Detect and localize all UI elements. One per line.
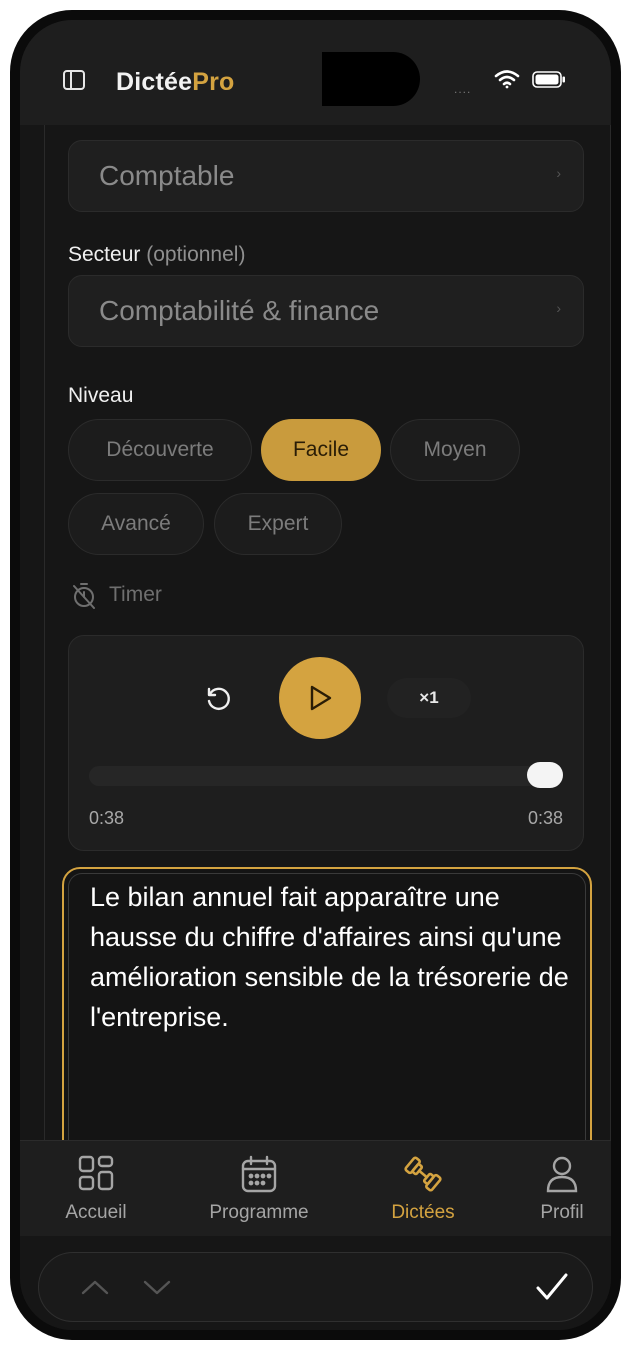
app-title-accent: Pro bbox=[192, 68, 235, 96]
total-duration: 0:38 bbox=[527, 808, 563, 828]
user-icon bbox=[546, 1156, 578, 1193]
screen: DictéePro .... Comptable › Secteur (opti… bbox=[20, 20, 611, 1330]
tab-accueil[interactable]: Accueil bbox=[26, 1141, 166, 1237]
audio-player: ×1 0:38 0:38 bbox=[68, 635, 584, 851]
dictation-text-area[interactable]: Le bilan annuel fait apparaître une haus… bbox=[62, 867, 592, 1145]
keyboard-toolbar bbox=[38, 1252, 593, 1322]
level-chip-decouverte[interactable]: Découverte bbox=[68, 419, 252, 481]
chevron-down-icon[interactable] bbox=[141, 1275, 173, 1299]
tab-profil[interactable]: Profil bbox=[492, 1141, 611, 1237]
speed-button[interactable]: ×1 bbox=[387, 678, 471, 718]
signal-indicator: .... bbox=[454, 82, 472, 96]
sidebar-toggle-icon[interactable] bbox=[62, 68, 86, 92]
app-title-main: Dictée bbox=[116, 68, 193, 96]
tab-dictees[interactable]: Dictées bbox=[353, 1141, 493, 1237]
progress-thumb[interactable] bbox=[527, 762, 563, 788]
app-header: DictéePro .... bbox=[20, 20, 611, 125]
dumbbell-icon bbox=[404, 1156, 442, 1192]
tab-programme-label: Programme bbox=[209, 1202, 309, 1223]
chevron-right-icon: › bbox=[556, 165, 561, 181]
battery-icon bbox=[532, 71, 565, 88]
replay-icon[interactable] bbox=[203, 684, 235, 716]
keyboard-accessory-bar bbox=[20, 1236, 611, 1330]
chevron-right-icon: › bbox=[556, 300, 561, 316]
elapsed-time: 0:38 bbox=[89, 808, 125, 828]
timer-label: Timer bbox=[109, 583, 162, 606]
job-select[interactable]: Comptable › bbox=[68, 140, 584, 212]
level-label: Niveau bbox=[68, 384, 134, 407]
level-chip-expert[interactable]: Expert bbox=[214, 493, 342, 555]
sector-optional-text: (optionnel) bbox=[146, 243, 246, 266]
tab-dictees-label: Dictées bbox=[391, 1202, 455, 1223]
tab-profil-label: Profil bbox=[540, 1202, 584, 1223]
phone-frame: DictéePro .... Comptable › Secteur (opti… bbox=[10, 10, 621, 1340]
calendar-icon bbox=[241, 1155, 277, 1193]
level-chip-avance[interactable]: Avancé bbox=[68, 493, 204, 555]
wifi-icon bbox=[494, 70, 520, 89]
sector-select[interactable]: Comptabilité & finance › bbox=[68, 275, 584, 347]
timer-off-icon bbox=[73, 583, 95, 609]
checkmark-icon[interactable] bbox=[535, 1271, 569, 1303]
progress-track[interactable] bbox=[89, 762, 563, 788]
app-title: DictéePro bbox=[116, 68, 235, 97]
play-button[interactable] bbox=[279, 657, 361, 739]
chevron-up-icon[interactable] bbox=[79, 1275, 111, 1299]
dictation-text[interactable]: Le bilan annuel fait apparaître une haus… bbox=[90, 877, 570, 1037]
sector-select-value: Comptabilité & finance bbox=[99, 295, 380, 326]
sector-label-text: Secteur bbox=[68, 243, 141, 266]
tab-bar: Accueil Programme Dictées Profil bbox=[20, 1140, 611, 1237]
camera-island bbox=[322, 52, 420, 106]
level-chip-moyen[interactable]: Moyen bbox=[390, 419, 520, 481]
tab-programme[interactable]: Programme bbox=[189, 1141, 329, 1237]
job-select-value: Comptable bbox=[99, 160, 235, 191]
sector-label: Secteur (optionnel) bbox=[68, 243, 245, 267]
grid-icon bbox=[78, 1155, 114, 1191]
progress-fill bbox=[89, 766, 563, 786]
level-chip-facile[interactable]: Facile bbox=[261, 419, 381, 481]
main-content: Comptable › Secteur (optionnel) Comptabi… bbox=[44, 125, 611, 1145]
tab-accueil-label: Accueil bbox=[65, 1202, 127, 1223]
play-icon bbox=[310, 685, 332, 711]
